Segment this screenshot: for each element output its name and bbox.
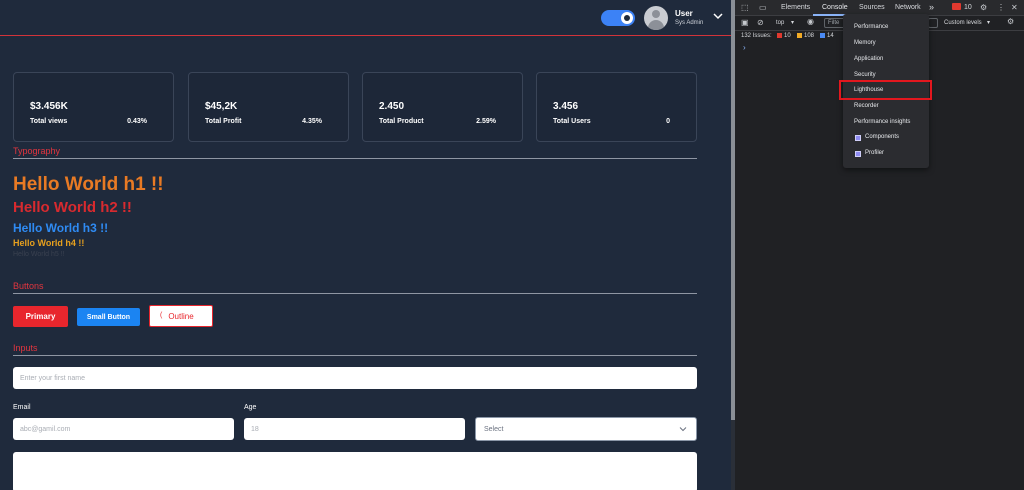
filter-placeholder: Filte (828, 20, 840, 26)
stat-change: 0 (666, 118, 670, 125)
lighthouse-highlight-box (839, 80, 932, 100)
outline-button-label: Outline (168, 311, 194, 321)
context-select[interactable]: top (776, 20, 784, 26)
small-button[interactable]: Small Button (77, 308, 140, 326)
stat-label: Total views (30, 118, 68, 125)
screen: User Sys Admin $3.456K Total views 0.43%… (0, 0, 1024, 490)
clear-console-icon[interactable]: ⊘ (757, 18, 764, 27)
section-title-buttons: Buttons (13, 281, 44, 291)
avatar[interactable] (644, 6, 668, 30)
stat-change: 2.59% (476, 118, 496, 125)
tab-sources[interactable]: Sources (859, 4, 885, 11)
stat-card-product: 2.450 Total Product 2.59% (362, 72, 523, 142)
stat-card-users: 3.456 Total Users 0 (536, 72, 697, 142)
age-label: Age (244, 404, 257, 411)
menu-item-memory[interactable]: Memory (854, 40, 876, 46)
menu-item-profiler[interactable]: Profiler (865, 150, 884, 156)
close-icon[interactable]: ✕ (1011, 3, 1018, 12)
context-dropdown-icon[interactable]: ▾ (791, 19, 794, 26)
age-placeholder: 18 (251, 425, 259, 433)
filter-box[interactable] (928, 18, 938, 28)
menu-item-security[interactable]: Security (854, 72, 876, 78)
email-field[interactable]: abc@gamil.com (13, 418, 234, 440)
chevron-down-icon (679, 427, 687, 432)
react-icon (855, 151, 861, 157)
more-tabs-icon[interactable]: » (929, 2, 934, 12)
heading-h1: Hello World h1 !! (13, 174, 164, 195)
stat-change: 4.35% (302, 118, 322, 125)
device-toolbar-icon[interactable]: ▭ (759, 3, 767, 12)
stat-label: Total Users (553, 118, 591, 125)
user-name: User (675, 9, 693, 18)
divider (13, 293, 697, 294)
tab-console[interactable]: Console (822, 4, 848, 11)
stat-value: 2.450 (379, 101, 405, 112)
chevron-down-icon[interactable] (713, 11, 723, 21)
issues-warnings: 108 (804, 33, 815, 39)
divider (13, 355, 697, 356)
section-title-inputs: Inputs (13, 343, 38, 353)
stat-card-views: $3.456K Total views 0.43% (13, 72, 174, 142)
menu-item-recorder[interactable]: Recorder (854, 103, 879, 109)
select-value: Select (484, 425, 504, 433)
tab-elements[interactable]: Elements (781, 4, 810, 11)
heading-h3: Hello World h3 !! (13, 221, 109, 235)
error-icon (777, 33, 782, 38)
moon-icon (621, 12, 633, 24)
heading-h4: Hello World h4 !! (13, 238, 85, 248)
first-name-placeholder: Enter your first name (20, 374, 85, 382)
select-dropdown[interactable]: Select (475, 417, 697, 441)
section-title-typography: Typography (13, 146, 61, 156)
top-header: User Sys Admin (0, 0, 731, 36)
first-name-input[interactable]: Enter your first name (13, 367, 697, 389)
info-icon (820, 33, 825, 38)
theme-toggle[interactable] (601, 10, 635, 26)
age-field[interactable]: 18 (244, 418, 465, 440)
stat-change: 0.43% (127, 118, 147, 125)
primary-button[interactable]: Primary (13, 306, 68, 327)
stat-value: 3.456 (553, 101, 579, 112)
menu-item-application[interactable]: Application (854, 56, 883, 62)
stat-value: $3.456K (30, 101, 68, 112)
stat-label: Total Product (379, 118, 424, 125)
console-prompt[interactable]: › (743, 43, 746, 52)
levels-dropdown-icon[interactable]: ▾ (987, 19, 990, 26)
error-badge-icon[interactable] (952, 3, 961, 10)
eye-icon[interactable]: ◉ (807, 17, 814, 26)
inspect-element-icon[interactable]: ⬚ (741, 3, 749, 12)
custom-levels-dropdown[interactable]: Custom levels (944, 20, 982, 26)
issues-label[interactable]: 132 Issues: (741, 33, 772, 39)
spinner-icon: ( (160, 312, 163, 319)
stat-label: Total Profit (205, 118, 242, 125)
dashboard-app: User Sys Admin $3.456K Total views 0.43%… (0, 0, 731, 490)
sidebar-toggle-icon[interactable]: ▣ (741, 18, 749, 27)
menu-item-components[interactable]: Components (865, 134, 899, 140)
console-settings-icon[interactable]: ⚙ (1007, 17, 1014, 26)
email-label: Email (13, 404, 31, 411)
heading-h2: Hello World h2 !! (13, 199, 132, 216)
message-textarea[interactable] (13, 452, 697, 490)
issues-errors: 10 (784, 33, 791, 39)
react-icon (855, 135, 861, 141)
stat-value: $45,2K (205, 101, 238, 112)
warning-icon (797, 33, 802, 38)
stat-card-profit: $45,2K Total Profit 4.35% (188, 72, 349, 142)
tab-network[interactable]: Network (895, 4, 921, 11)
user-role: Sys Admin (675, 20, 704, 26)
kebab-menu-icon[interactable]: ⋮ (997, 3, 1005, 12)
menu-item-performance[interactable]: Performance (854, 24, 888, 30)
error-count: 10 (964, 4, 972, 11)
heading-h5: Hello World h5 !! (13, 251, 65, 258)
issues-info: 14 (827, 33, 834, 39)
divider (13, 158, 697, 159)
menu-item-performance-insights[interactable]: Performance insights (854, 119, 910, 125)
outline-button[interactable]: ( Outline (149, 305, 213, 327)
gear-icon[interactable]: ⚙ (980, 3, 987, 12)
email-placeholder: abc@gamil.com (20, 425, 71, 433)
